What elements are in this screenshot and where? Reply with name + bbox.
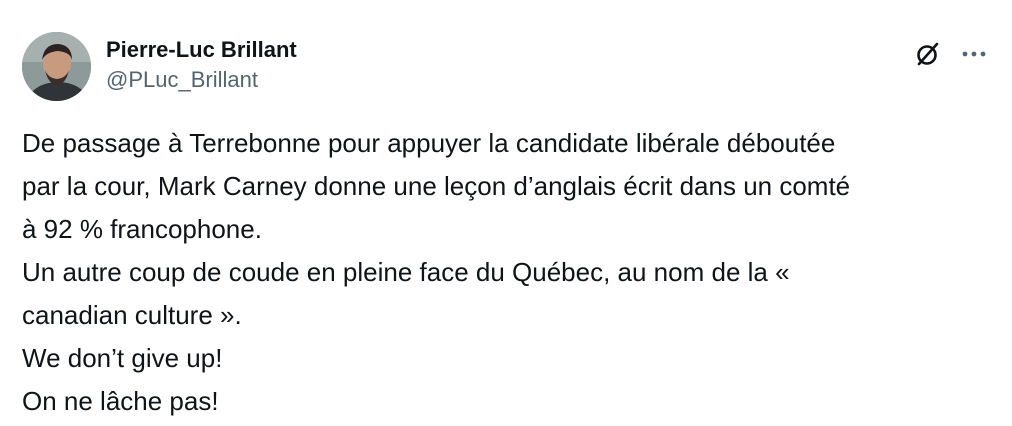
- tweet-card: Pierre-Luc Brillant @PLuc_Brillant De pa…: [0, 0, 1012, 426]
- tweet-text-line: par la cour, Mark Carney donne une leçon…: [22, 171, 851, 201]
- avatar[interactable]: [22, 32, 91, 101]
- grok-icon[interactable]: [912, 38, 944, 70]
- tweet-text-line: canadian culture ».: [22, 300, 242, 330]
- tweet-text-line: Un autre coup de coude en pleine face du…: [22, 257, 790, 287]
- author-names: Pierre-Luc Brillant @PLuc_Brillant: [106, 36, 297, 94]
- tweet-text-line: On ne lâche pas!: [22, 386, 219, 416]
- tweet-text-line: De passage à Terrebonne pour appuyer la …: [22, 128, 836, 158]
- more-options-icon[interactable]: [958, 38, 990, 70]
- tweet-text-line: à 92 % francophone.: [22, 214, 262, 244]
- tweet-header: Pierre-Luc Brillant @PLuc_Brillant: [22, 30, 990, 104]
- avatar-photo-icon: [22, 32, 91, 101]
- tweet-actions: [912, 36, 990, 72]
- tweet-text: De passage à Terrebonne pour appuyer la …: [22, 122, 982, 423]
- author-handle[interactable]: @PLuc_Brillant: [106, 66, 297, 94]
- author-display-name[interactable]: Pierre-Luc Brillant: [106, 36, 297, 64]
- tweet-text-line: We don’t give up!: [22, 343, 223, 373]
